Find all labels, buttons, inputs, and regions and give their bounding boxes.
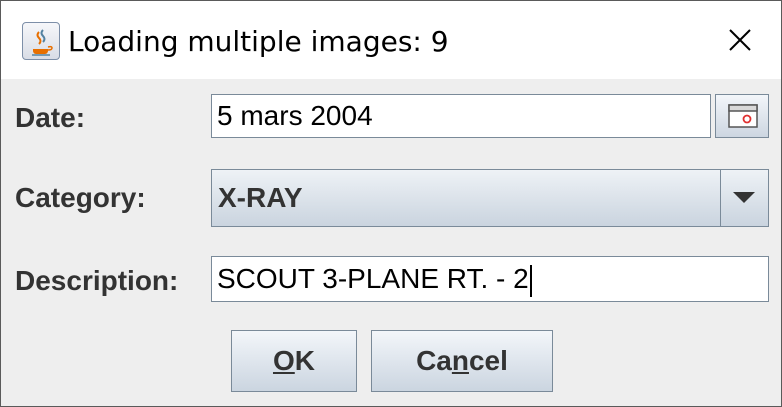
cancel-mnemonic: n (451, 345, 469, 376)
ok-mnemonic: O (272, 345, 295, 376)
category-label: Category: (15, 182, 146, 213)
description-input[interactable]: SCOUT 3-PLANE RT. - 2 (211, 256, 769, 302)
cancel-label-pre: Ca (416, 345, 452, 376)
title-bar[interactable]: Loading multiple images: 9 (1, 1, 781, 79)
date-label: Date: (15, 102, 86, 133)
category-selected-value: X-RAY (218, 182, 303, 213)
calendar-button[interactable] (715, 94, 769, 138)
ok-label-rest: K (294, 345, 315, 376)
close-icon (729, 29, 751, 51)
ok-button[interactable]: OK (231, 330, 357, 392)
date-input[interactable]: 5 mars 2004 (211, 94, 711, 138)
description-text: SCOUT 3-PLANE RT. - 2 (217, 263, 529, 294)
cancel-button[interactable]: Cancel (371, 330, 553, 392)
window-title: Loading multiple images: 9 (68, 25, 449, 58)
category-combobox[interactable]: X-RAY (211, 169, 769, 227)
loading-images-dialog: Loading multiple images: 9 Date: 5 mars … (0, 0, 782, 407)
close-button[interactable] (711, 15, 769, 65)
description-label: Description: (15, 265, 179, 296)
java-coffee-cup-icon (22, 22, 60, 60)
chevron-down-icon (733, 192, 755, 203)
text-caret (529, 264, 532, 297)
cancel-label-post: cel (468, 345, 508, 376)
calendar-icon (728, 104, 758, 128)
category-dropdown-button[interactable] (720, 170, 768, 226)
